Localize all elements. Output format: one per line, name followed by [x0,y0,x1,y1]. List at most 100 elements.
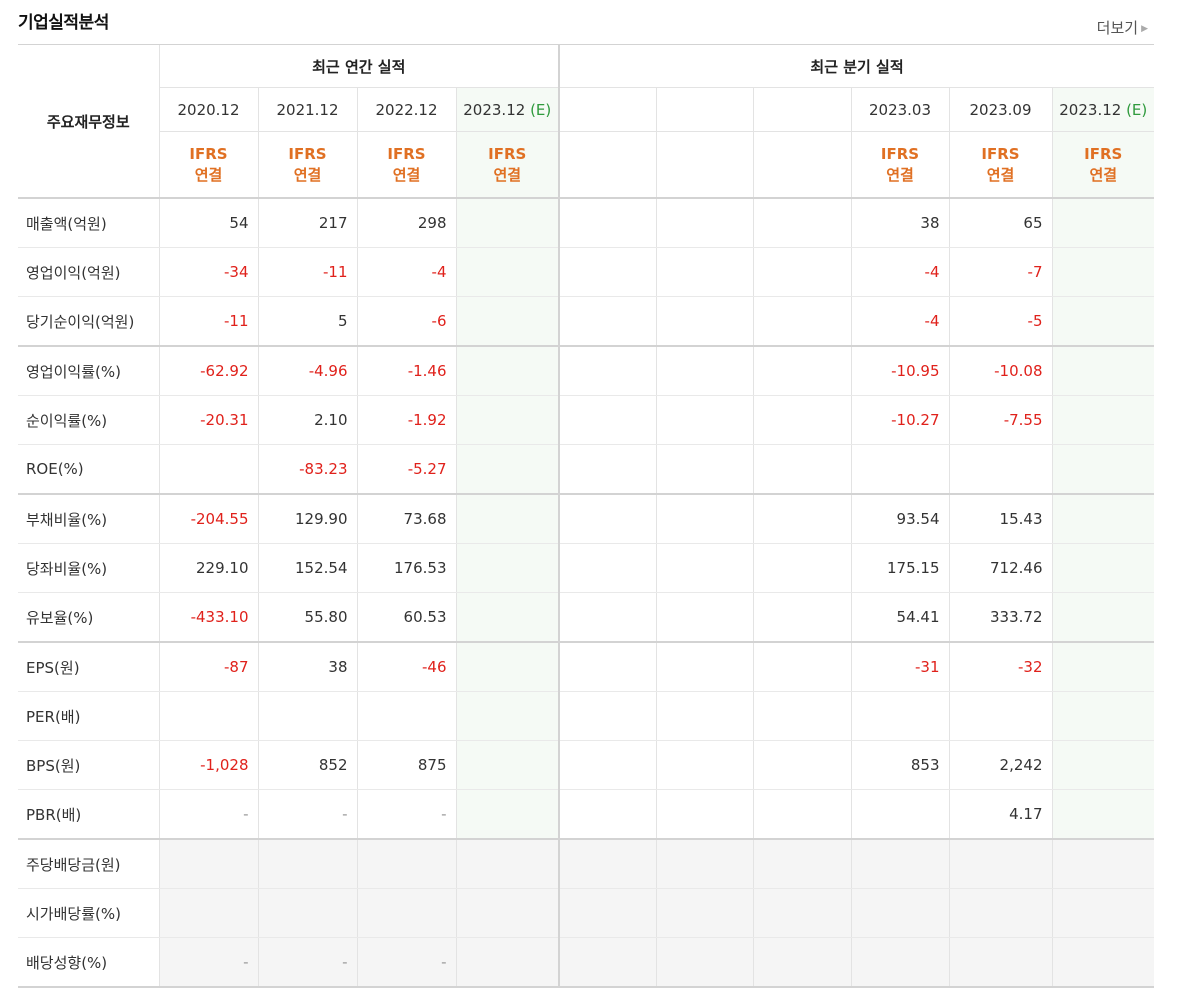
more-label: 더보기 [1096,19,1139,37]
table-cell: 217 [257,198,357,248]
period-header: 2023.09 [948,87,1052,132]
table-cell [558,346,656,396]
table-cell [850,937,949,988]
annual-group-header: 최근 연간 실적 [158,44,559,88]
table-cell: 853 [850,740,949,790]
table-cell: -11 [158,296,258,347]
table-cell [655,296,753,347]
page-title: 기업실적분석 [18,13,109,33]
table-cell: - [257,937,357,988]
table-row: ROE(%) -83.23 -5.27 [18,444,1155,495]
table-cell [558,642,656,692]
table-cell [752,296,851,347]
ifrs-label: IFRS [488,144,527,163]
consolidated-label: 연결 [493,165,522,184]
table-cell [752,839,851,889]
table-cell: 38 [850,198,949,248]
table-cell [1051,198,1155,248]
table-cell [558,444,656,495]
table-cell: -83.23 [257,444,357,495]
table-cell: - [158,937,258,988]
period-header: 2020.12 [158,87,258,132]
consolidated-label: 연결 [392,165,421,184]
table-cell: 2.10 [257,395,357,445]
table-cell [455,691,559,741]
table-cell [1051,691,1155,741]
table-cell [850,789,949,840]
more-link[interactable]: 더보기 ▶ [1097,17,1148,38]
table-cell [158,888,258,938]
table-cell [257,888,357,938]
accounting-standard [655,131,753,199]
table-cell [455,444,559,495]
table-cell: 54.41 [850,592,949,643]
period-header [558,87,656,132]
table-cell: 73.68 [356,494,456,544]
table-cell: -10.08 [948,346,1052,396]
table-cell [558,198,656,248]
table-cell: -46 [356,642,456,692]
table-cell [655,839,753,889]
table-cell [655,198,753,248]
table-cell [1051,740,1155,790]
row-label: PBR(배) [18,789,159,840]
table-cell [655,937,753,988]
table-cell [752,494,851,544]
table-row: PBR(배) - - -4.17 [18,789,1155,840]
table-cell: -32 [948,642,1052,692]
table-cell: -11 [257,247,357,297]
table-cell [948,691,1052,741]
row-header: 주요재무정보 [18,44,159,199]
table-cell: 54 [158,198,258,248]
table-cell [558,543,656,593]
table-cell [752,543,851,593]
table-row: EPS(원) -87 38 -46 -31 -32 [18,642,1155,692]
table-cell [655,789,753,840]
table-cell [752,642,851,692]
table-cell: 712.46 [948,543,1052,593]
consolidated-label: 연결 [1089,165,1118,184]
table-cell: -204.55 [158,494,258,544]
estimate-mark: (E) [1126,100,1148,119]
table-cell: 852 [257,740,357,790]
table-cell: - [356,789,456,840]
table-cell: -4 [850,296,949,347]
table-cell [655,740,753,790]
table-cell [455,296,559,347]
table-cell [455,247,559,297]
table-cell: -4 [850,247,949,297]
table-cell: -1.92 [356,395,456,445]
row-label: 주당배당금(원) [18,839,159,889]
table-cell [850,839,949,889]
table-cell [655,346,753,396]
table-cell [1051,494,1155,544]
row-label: 매출액(억원) [18,198,159,248]
table-cell: 38 [257,642,357,692]
table-cell [455,592,559,643]
row-label: 시가배당률(%) [18,888,159,938]
table-cell: -31 [850,642,949,692]
table-cell [752,789,851,840]
table-cell [455,395,559,445]
table-cell [558,494,656,544]
period-header [655,87,753,132]
table-cell: - [356,937,456,988]
period-label: 2023.12 [1059,100,1122,119]
table-cell [655,642,753,692]
table-cell [356,691,456,741]
table-cell [655,888,753,938]
table-cell [752,691,851,741]
row-label: BPS(원) [18,740,159,790]
table-row: 주당배당금(원) [18,839,1155,889]
accounting-standard: IFRS 연결 [356,131,456,199]
table-cell: 333.72 [948,592,1052,643]
period-header: 2021.12 [257,87,357,132]
table-cell: 152.54 [257,543,357,593]
table-cell [257,839,357,889]
table-cell: -1,028 [158,740,258,790]
table-cell: 298 [356,198,456,248]
table-cell: -1.46 [356,346,456,396]
table-cell [1051,346,1155,396]
table-cell [1051,937,1155,988]
row-label: 배당성향(%) [18,937,159,988]
